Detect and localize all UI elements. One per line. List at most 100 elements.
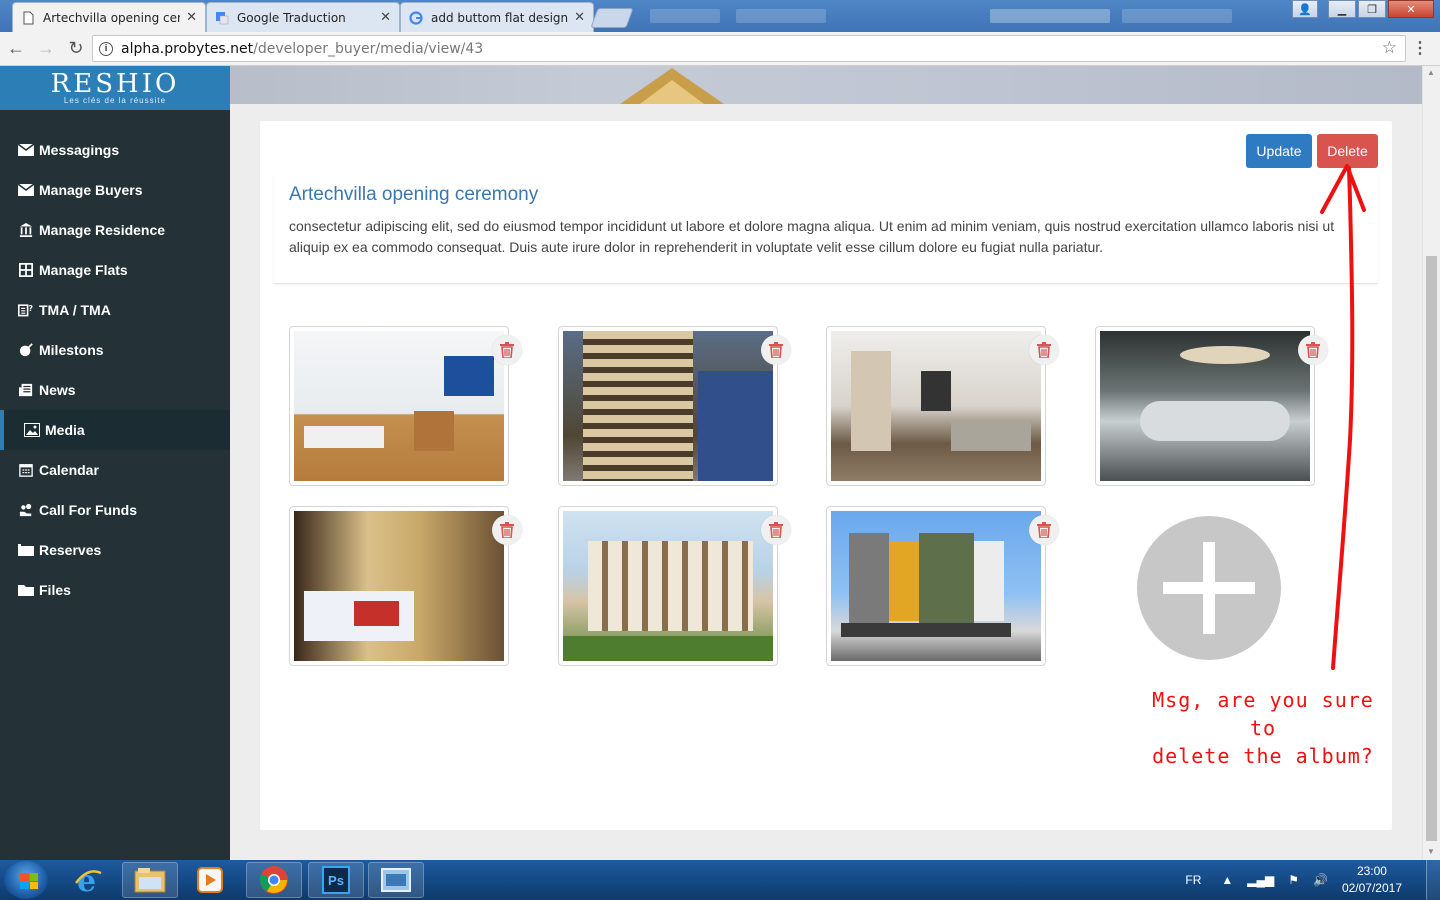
sidebar-item-label: Calendar <box>39 462 99 478</box>
clock[interactable]: 23:00 02/07/2017 <box>1342 863 1402 897</box>
sidebar-item-label: Manage Residence <box>39 222 166 238</box>
delete-photo-button[interactable] <box>1029 515 1059 545</box>
tma-icon: ? <box>18 304 33 317</box>
photo-thumbnail[interactable] <box>558 506 791 666</box>
sidebar-item-files[interactable]: Files <box>0 570 230 610</box>
milestone-icon <box>19 343 33 357</box>
address-bar[interactable]: i alpha.probytes.net/developer_buyer/med… <box>92 35 1406 62</box>
photo-thumbnail[interactable] <box>289 326 522 486</box>
photoshop-icon[interactable]: Ps <box>308 862 364 898</box>
delete-photo-button[interactable] <box>761 515 791 545</box>
envelope-icon <box>18 183 34 196</box>
close-icon[interactable]: ✕ <box>186 10 197 25</box>
sidebar-item-reserves[interactable]: Reserves <box>0 530 230 570</box>
back-arrow-icon[interactable]: ← <box>2 35 30 63</box>
chrome-icon[interactable] <box>246 862 302 898</box>
trash-icon <box>769 342 783 358</box>
sidebar-item-manage-residence[interactable]: Manage Residence <box>0 210 230 250</box>
volume-icon[interactable]: 🔊 <box>1313 873 1328 887</box>
logo-text: RESHIO <box>50 69 180 99</box>
photo-bedroom-loft <box>294 331 504 481</box>
banner-roof-detail <box>640 80 704 104</box>
internet-explorer-icon[interactable]: e <box>60 862 116 898</box>
photo-apartment-tower <box>563 331 773 481</box>
sidebar-item-label: Media <box>45 422 85 438</box>
sidebar-item-call-for-funds[interactable]: Call For Funds <box>0 490 230 530</box>
minimize-button[interactable]: ▁ <box>1328 0 1356 18</box>
delete-photo-button[interactable] <box>492 515 522 545</box>
annotation-line: Msg, are you sure to <box>1152 688 1374 740</box>
trash-icon <box>1306 342 1320 358</box>
newspaper-icon <box>19 383 33 397</box>
media-player-icon[interactable] <box>182 862 238 898</box>
sidebar-item-calendar[interactable]: Calendar <box>0 450 230 490</box>
start-button[interactable] <box>4 861 48 899</box>
delete-button[interactable]: Delete <box>1317 134 1378 168</box>
add-photo-button[interactable] <box>1137 516 1281 660</box>
sidebar-item-tma[interactable]: ? TMA / TMA <box>0 290 230 330</box>
screenshot-tool-icon[interactable] <box>368 862 424 898</box>
photo-thumbnail[interactable] <box>289 506 522 666</box>
show-hidden-icons-icon[interactable]: ▲ <box>1221 873 1233 887</box>
plus-icon <box>1163 542 1255 634</box>
new-tab-button[interactable] <box>590 8 634 28</box>
sidebar-item-messagings[interactable]: Messagings <box>0 130 230 170</box>
tab-google-traduction[interactable]: Google Traduction ✕ <box>206 2 400 32</box>
user-icon[interactable]: 👤 <box>1292 0 1318 18</box>
network-signal-icon[interactable]: ▂▄▆ <box>1247 873 1274 887</box>
close-icon[interactable]: ✕ <box>380 10 391 25</box>
delete-photo-button[interactable] <box>1298 335 1328 365</box>
delete-photo-button[interactable] <box>492 335 522 365</box>
photo-thumbnail[interactable] <box>826 326 1059 486</box>
tab-add-buttom[interactable]: add buttom flat design - ✕ <box>400 2 594 32</box>
page-scrollbar[interactable]: ▲ ▼ <box>1422 66 1440 860</box>
forward-arrow-icon[interactable]: → <box>32 35 60 63</box>
update-button[interactable]: Update <box>1246 134 1312 168</box>
tab-artechvilla[interactable]: Artechvilla opening cerem ✕ <box>12 2 206 32</box>
close-icon[interactable]: ✕ <box>574 10 585 25</box>
info-icon[interactable]: i <box>99 41 113 56</box>
trash-icon <box>500 342 514 358</box>
logo[interactable]: RESHIO Les clés de la réussite <box>0 66 230 110</box>
photo-thumbnail[interactable] <box>1095 326 1328 486</box>
language-indicator[interactable]: FR <box>1185 873 1201 887</box>
image-icon <box>24 423 40 437</box>
blurred-taskbar-area <box>736 9 826 23</box>
list-icon <box>18 544 34 556</box>
file-explorer-icon[interactable] <box>122 862 178 898</box>
windows-taskbar: e Ps FR ▲ ▂▄▆ ⚑ 🔊 23:00 02/07/2017 <box>0 860 1440 900</box>
show-desktop-button[interactable] <box>1426 860 1440 900</box>
trash-icon <box>1037 342 1051 358</box>
sidebar-item-label: Files <box>39 582 71 598</box>
sidebar-item-manage-flats[interactable]: Manage Flats <box>0 250 230 290</box>
action-center-flag-icon[interactable]: ⚑ <box>1288 873 1299 887</box>
photo-thumbnail[interactable] <box>558 326 791 486</box>
window-close-button[interactable]: ✕ <box>1388 0 1434 18</box>
photo-modern-living-room <box>831 331 1041 481</box>
browser-menu-icon[interactable]: ⋮ <box>1412 38 1428 58</box>
calendar-icon <box>19 464 33 477</box>
photo-lounge-interior <box>1100 331 1310 481</box>
scroll-down-arrow-icon[interactable]: ▼ <box>1427 847 1435 856</box>
maximize-button[interactable]: ❐ <box>1358 0 1386 18</box>
sidebar-item-label: Milestons <box>39 342 104 358</box>
scrollbar-thumb[interactable] <box>1426 256 1437 841</box>
bookmark-star-icon[interactable]: ☆ <box>1382 38 1397 58</box>
sidebar-item-label: Reserves <box>39 542 102 558</box>
tab-title: add buttom flat design - <box>431 10 569 25</box>
browser-toolbar: ← → ↻ i alpha.probytes.net/developer_buy… <box>0 32 1440 66</box>
sidebar-item-label: TMA / TMA <box>39 302 111 318</box>
delete-photo-button[interactable] <box>1029 335 1059 365</box>
grid-icon <box>19 263 33 277</box>
scroll-up-arrow-icon[interactable]: ▲ <box>1427 68 1435 77</box>
sidebar-item-milestons[interactable]: Milestons <box>0 330 230 370</box>
reload-icon[interactable]: ↻ <box>62 35 90 63</box>
album-title: Artechvilla opening ceremony <box>289 184 539 205</box>
url-host: alpha.probytes.net <box>121 40 254 57</box>
sidebar-item-manage-buyers[interactable]: Manage Buyers <box>0 170 230 210</box>
delete-photo-button[interactable] <box>761 335 791 365</box>
sidebar-item-media[interactable]: Media <box>0 410 230 450</box>
sidebar-item-news[interactable]: News <box>0 370 230 410</box>
photo-residential-building <box>563 511 773 661</box>
photo-thumbnail[interactable] <box>826 506 1059 666</box>
